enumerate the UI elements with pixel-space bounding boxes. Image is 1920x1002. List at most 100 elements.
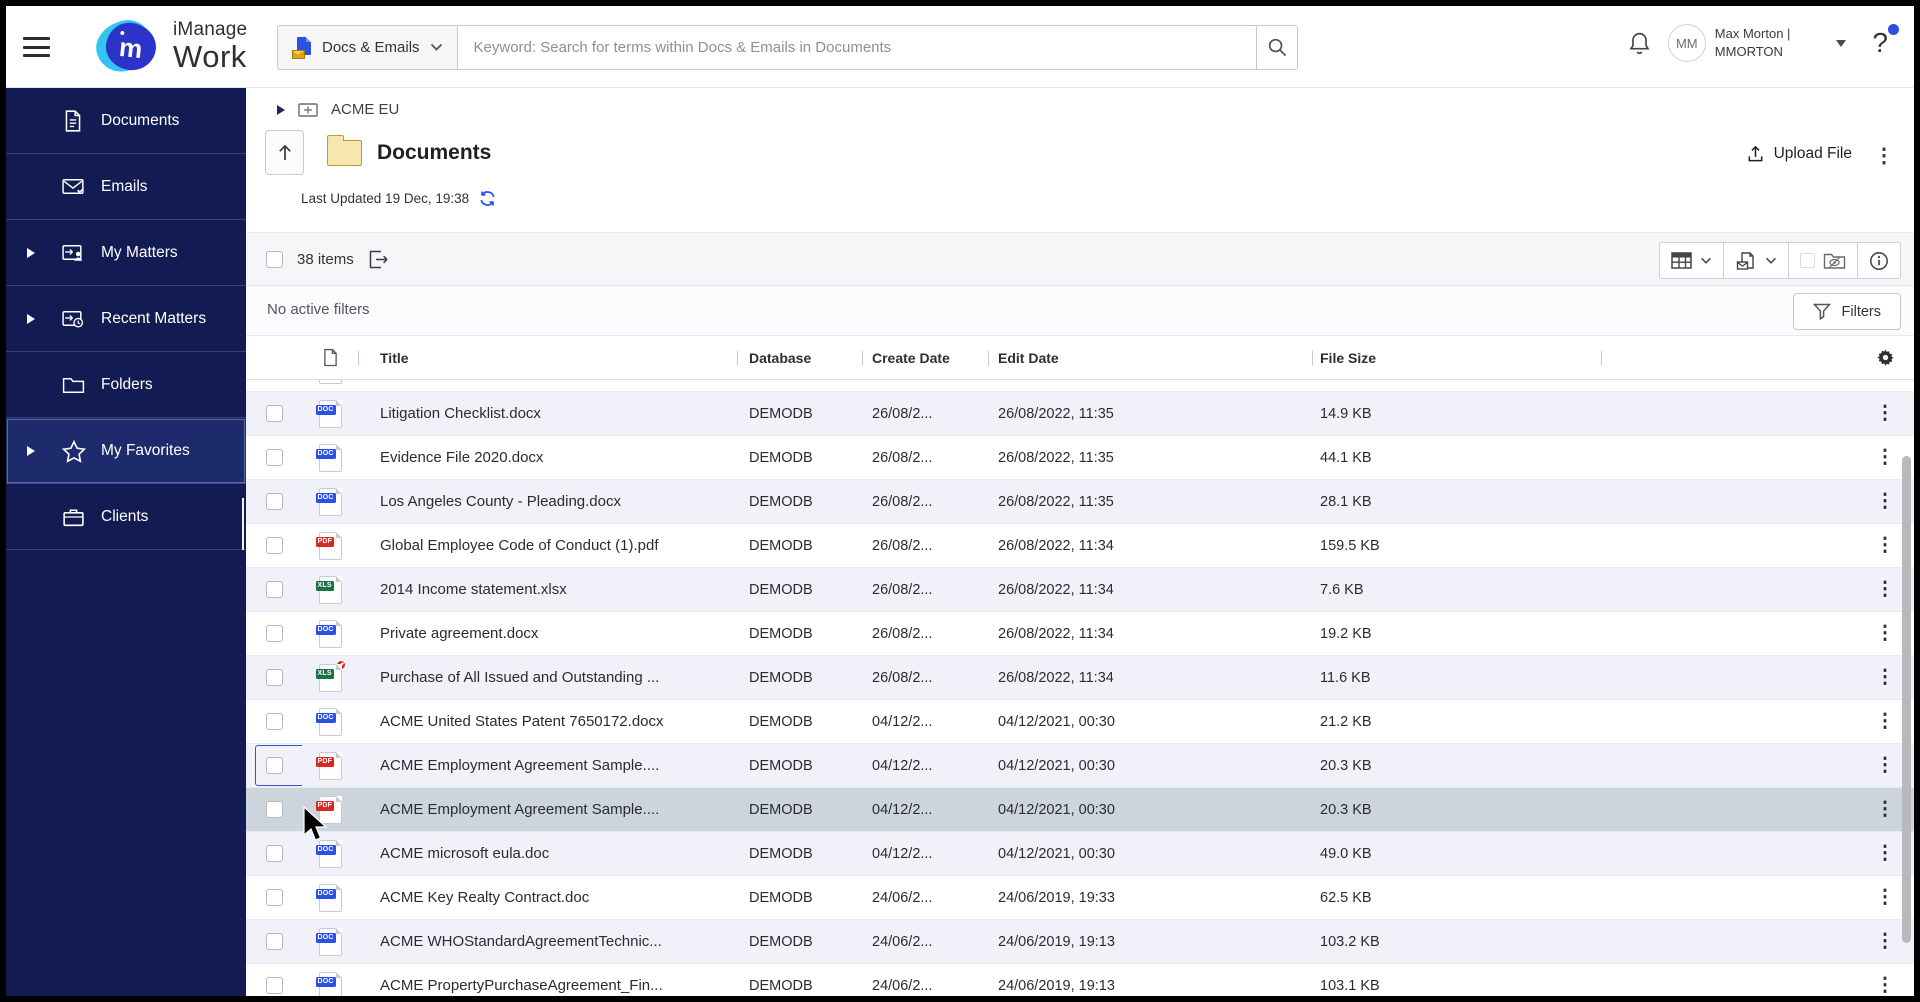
row-title[interactable]: ACME WHOStandardAgreementTechnic... [358, 920, 737, 963]
row-title[interactable]: ACME Employment Agreement Sample.... [358, 788, 737, 831]
row-checkbox[interactable] [265, 757, 283, 774]
expand-arrow-icon[interactable] [27, 247, 35, 258]
row-checkbox[interactable] [265, 537, 283, 554]
row-checkbox[interactable] [265, 845, 283, 862]
table-row[interactable]: DOC ACME PropertyPurchaseAgreement_Fin..… [246, 964, 1914, 996]
row-kebab-icon[interactable]: ⋮ [1876, 930, 1895, 953]
expand-arrow-icon[interactable] [27, 445, 35, 456]
row-kebab-icon[interactable]: ⋮ [1876, 622, 1895, 645]
row-title[interactable]: ACME Employment Agreement Sample.... [358, 744, 737, 787]
docs-emails-view-dropdown[interactable] [1723, 243, 1788, 278]
row-kebab-icon[interactable]: ⋮ [1876, 798, 1895, 821]
table-row[interactable]: DOC Litigation Checklist.docx DEMODB 26/… [246, 392, 1914, 436]
row-title[interactable]: Purchase of All Issued and Outstanding .… [358, 656, 737, 699]
table-row[interactable]: PDF ACME Employment Agreement Sample....… [246, 788, 1914, 832]
row-kebab-icon[interactable]: ⋮ [1876, 842, 1895, 865]
breadcrumb-workspace[interactable]: ACME EU [331, 101, 399, 118]
row-kebab-icon[interactable]: ⋮ [1876, 490, 1895, 513]
row-title[interactable]: ACME microsoft eula.doc [358, 832, 737, 875]
breadcrumb-expand-icon[interactable] [277, 104, 285, 115]
header-edit-date[interactable]: Edit Date [988, 336, 1312, 379]
info-button[interactable] [1857, 243, 1900, 278]
row-checkbox[interactable] [265, 933, 283, 950]
row-kebab-icon[interactable]: ⋮ [1876, 666, 1895, 689]
row-title[interactable]: Private agreement.docx [358, 612, 737, 655]
row-title[interactable]: ACME United States Patent 7650172.docx [358, 700, 737, 743]
help-icon[interactable]: ? [1872, 24, 1899, 59]
search-scope-dropdown[interactable]: Docs & Emails [277, 25, 458, 70]
row-kebab-icon[interactable]: ⋮ [1876, 886, 1895, 909]
avatar[interactable]: MM [1667, 24, 1706, 62]
row-kebab-icon[interactable]: ⋮ [1876, 402, 1895, 425]
upload-file-button[interactable]: Upload File [1746, 144, 1852, 164]
row-kebab-icon[interactable]: ⋮ [1876, 380, 1895, 381]
user-name-block[interactable]: Max Morton | MMORTON [1715, 25, 1791, 60]
table-row[interactable]: DOC ACME WHOStandardAgreementTechnic... … [246, 920, 1914, 964]
row-checkbox[interactable] [265, 977, 283, 994]
sidebar-item-recent-matters[interactable]: Recent Matters [6, 286, 246, 352]
sidebar-item-my-matters[interactable]: My Matters [6, 220, 246, 286]
row-title[interactable]: Evidence File 2020.docx [358, 436, 737, 479]
table-row[interactable]: XLS 2014 Income statement.xlsx DEMODB 26… [246, 568, 1914, 612]
sidebar-item-my-favorites[interactable]: My Favorites [6, 418, 246, 484]
expand-arrow-icon[interactable] [27, 313, 35, 324]
column-settings-gear-icon[interactable] [1856, 336, 1914, 379]
select-all-checkbox[interactable] [266, 250, 283, 268]
row-kebab-icon[interactable]: ⋮ [1876, 974, 1895, 996]
row-checkbox[interactable] [265, 405, 283, 422]
navigate-up-button[interactable] [265, 130, 304, 175]
header-filetype-column[interactable] [302, 336, 358, 379]
table-row[interactable]: ⋮ [246, 380, 1914, 392]
row-kebab-icon[interactable]: ⋮ [1876, 578, 1895, 601]
row-title[interactable] [358, 380, 737, 391]
row-title[interactable]: ACME Key Realty Contract.doc [358, 876, 737, 919]
row-checkbox[interactable] [265, 669, 283, 686]
sidebar-item-documents[interactable]: Documents [6, 88, 246, 154]
refresh-icon[interactable] [478, 189, 497, 208]
header-create-date[interactable]: Create Date [862, 336, 988, 379]
folder-actions-kebab-icon[interactable]: ⋮ [1874, 143, 1894, 168]
export-icon[interactable] [368, 250, 389, 269]
row-title[interactable]: Litigation Checklist.docx [358, 392, 737, 435]
table-row[interactable]: DOC Evidence File 2020.docx DEMODB 26/08… [246, 436, 1914, 480]
row-kebab-icon[interactable]: ⋮ [1876, 754, 1895, 777]
row-title[interactable]: Los Angeles County - Pleading.docx [358, 480, 737, 523]
sidebar-item-emails[interactable]: Emails [6, 154, 246, 220]
notifications-bell-icon[interactable] [1627, 30, 1652, 57]
search-button[interactable] [1256, 25, 1298, 70]
vertical-scrollbar[interactable] [1902, 456, 1911, 943]
search-input[interactable] [457, 25, 1256, 70]
table-row[interactable]: DOC ACME microsoft eula.doc DEMODB 04/12… [246, 832, 1914, 876]
row-checkbox[interactable] [265, 713, 283, 730]
row-checkbox[interactable] [265, 493, 283, 510]
row-checkbox[interactable] [265, 449, 283, 466]
table-view-dropdown[interactable] [1660, 243, 1723, 278]
table-row[interactable]: DOC ACME United States Patent 7650172.do… [246, 700, 1914, 744]
sidebar-item-folders[interactable]: Folders [6, 352, 246, 418]
menu-icon[interactable] [23, 37, 50, 57]
row-title[interactable]: 2014 Income statement.xlsx [358, 568, 737, 611]
sidebar-scrollbar[interactable] [242, 498, 244, 550]
row-kebab-icon[interactable]: ⋮ [1876, 710, 1895, 733]
header-database[interactable]: Database [737, 336, 862, 379]
header-file-size[interactable]: File Size [1312, 336, 1601, 379]
sidebar-item-clients[interactable]: Clients [6, 484, 246, 550]
table-row[interactable]: DOC Private agreement.docx DEMODB 26/08/… [246, 612, 1914, 656]
row-title[interactable]: ACME PropertyPurchaseAgreement_Fin... [358, 964, 737, 996]
row-checkbox[interactable] [265, 581, 283, 598]
table-row[interactable]: PDF Global Employee Code of Conduct (1).… [246, 524, 1914, 568]
row-kebab-icon[interactable]: ⋮ [1876, 534, 1895, 557]
table-row[interactable]: PDF ACME Employment Agreement Sample....… [246, 744, 1914, 788]
table-row[interactable]: XLS Purchase of All Issued and Outstandi… [246, 656, 1914, 700]
row-checkbox[interactable] [265, 625, 283, 642]
row-title[interactable]: Global Employee Code of Conduct (1).pdf [358, 524, 737, 567]
header-title[interactable]: Title [358, 336, 737, 379]
table-row[interactable]: DOC ACME Key Realty Contract.doc DEMODB … [246, 876, 1914, 920]
table-row[interactable]: DOC Los Angeles County - Pleading.docx D… [246, 480, 1914, 524]
user-menu-caret-icon[interactable] [1836, 39, 1847, 47]
private-folder-icon[interactable] [1823, 251, 1846, 270]
row-checkbox[interactable] [265, 801, 283, 818]
row-checkbox[interactable] [265, 889, 283, 906]
row-kebab-icon[interactable]: ⋮ [1876, 446, 1895, 469]
filters-button[interactable]: Filters [1792, 293, 1901, 330]
